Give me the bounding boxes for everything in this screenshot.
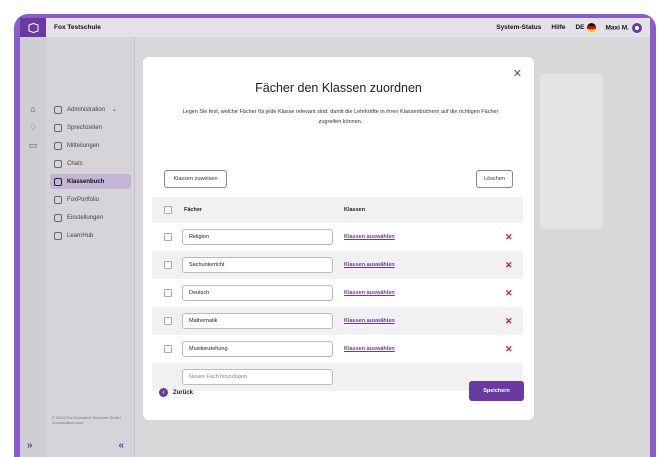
sidebar-item-learnhub[interactable]: LearnHub [50,228,131,243]
expand-icon[interactable]: » [27,440,33,451]
copyright: © 2024 Fox Education Services GmbH foxed… [52,415,121,425]
graduation-icon [54,231,62,240]
sidebar-item-chats[interactable]: Chats [50,156,131,171]
collapse-sidebar-icon[interactable]: « [118,440,124,451]
background-card [540,74,603,229]
delete-row-icon[interactable]: ✕ [505,316,513,327]
gear-icon [54,213,62,222]
book-icon [54,177,62,186]
subject-input[interactable]: Mathematik [182,313,333,329]
table-row: Musikerziehung Klassen auswählen ✕ [152,335,523,363]
chat-rail-icon[interactable]: ▭ [28,140,38,150]
sidebar-item-foxportfolio[interactable]: FoxPortfolio [50,192,131,207]
table-row: Religion Klassen auswählen ✕ [152,223,523,251]
app-window: Fox Testschule System-Status Hilfe DE Ma… [20,18,650,457]
select-all-checkbox[interactable] [164,206,172,214]
new-subject-input[interactable]: Neues Fach hinzufügen [182,369,333,385]
assign-subjects-modal: ✕ Fächer den Klassen zuordnen Legen Sie … [143,57,534,420]
row-checkbox[interactable] [164,317,172,325]
subject-input[interactable]: Sachunterricht [182,257,333,273]
modal-title: Fächer den Klassen zuordnen [255,81,422,95]
close-icon[interactable]: ✕ [513,67,522,80]
subjects-table: Fächer Klassen Religion Klassen auswähle… [152,197,523,391]
select-classes-link[interactable]: Klassen auswählen [344,346,395,352]
back-label: Zurück [173,389,194,396]
sidebar-item-label: LearnHub [67,232,94,239]
sidebar-item-einstellungen[interactable]: Einstellungen [50,210,131,225]
sidebar-item-label: Sprechzeiten [67,124,103,131]
row-checkbox[interactable] [164,289,172,297]
sidebar-item-sprechzeiten[interactable]: Sprechzeiten [50,120,131,135]
row-checkbox[interactable] [164,345,172,353]
user-name: Maxi M. [605,24,629,32]
portfolio-icon [54,195,62,204]
user-avatar-icon [632,22,642,33]
select-classes-link[interactable]: Klassen auswählen [344,318,395,324]
save-button[interactable]: Speichern [469,381,524,401]
sidebar-item-label: FoxPortfolio [67,196,100,203]
table-header: Fächer Klassen [152,197,523,223]
back-button[interactable]: ‹ Zurück [159,388,193,397]
sidebar-item-label: Einstellungen [67,214,104,221]
column-header-classes: Klassen [344,207,366,213]
row-checkbox[interactable] [164,233,172,241]
table-row: Mathematik Klassen auswählen ✕ [152,307,523,335]
icon-rail: ⌂ ♢ ▭ » [20,37,46,457]
select-classes-link[interactable]: Klassen auswählen [344,262,395,268]
select-classes-link[interactable]: Klassen auswählen [344,290,395,296]
language-selector[interactable]: DE [575,23,596,32]
arrow-left-icon: ‹ [159,388,168,397]
home-icon[interactable]: ⌂ [28,104,38,114]
sidebar-item-mitteilungen[interactable]: Mitteilungen [50,138,131,153]
delete-row-icon[interactable]: ✕ [505,260,513,271]
fox-logo-icon[interactable] [20,18,46,37]
delete-row-icon[interactable]: ✕ [505,344,513,355]
sidebar-item-label: Administration [67,106,106,113]
column-header-subjects: Fächer [184,207,203,213]
table-row: Deutsch Klassen auswählen ✕ [152,279,523,307]
bell-icon[interactable]: ♢ [28,122,38,132]
delete-button[interactable]: Löschen [476,170,513,188]
system-status-link[interactable]: System-Status [496,24,541,31]
sidebar-item-klassenbuch[interactable]: Klassenbuch [50,174,131,189]
modal-description: Legen Sie fest, welche Fächer für jede K… [182,109,499,125]
top-bar: Fox Testschule System-Status Hilfe DE Ma… [20,18,650,37]
row-checkbox[interactable] [164,261,172,269]
mail-icon [54,141,62,150]
subject-input[interactable]: Deutsch [182,285,333,301]
copyright-url: foxeducation.com [52,420,84,425]
delete-row-icon[interactable]: ✕ [505,288,513,299]
school-name: Fox Testschule [54,24,101,31]
chevron-down-icon: ⌄ [112,107,118,113]
new-subject-row: Neues Fach hinzufügen [152,363,523,391]
sidebar-item-administration[interactable]: Administration ⌄ [50,102,131,117]
subject-input[interactable]: Musikerziehung [182,341,333,357]
subject-input[interactable]: Religion [182,229,333,245]
sidebar: Administration ⌄ Sprechzeiten Mitteilung… [46,37,135,457]
chat-icon [54,159,62,168]
assign-classes-button[interactable]: Klassen zuweisen [164,170,227,188]
german-flag-icon [586,23,596,32]
user-menu[interactable]: Maxi M. [605,22,642,33]
help-link[interactable]: Hilfe [551,24,565,31]
handshake-icon [54,123,62,132]
language-label: DE [575,24,585,32]
admin-icon [54,105,62,114]
sidebar-item-label: Mitteilungen [67,142,100,149]
sidebar-item-label: Chats [67,160,83,167]
table-row: Sachunterricht Klassen auswählen ✕ [152,251,523,279]
delete-row-icon[interactable]: ✕ [505,232,513,243]
select-classes-link[interactable]: Klassen auswählen [344,234,395,240]
sidebar-item-label: Klassenbuch [67,178,105,185]
